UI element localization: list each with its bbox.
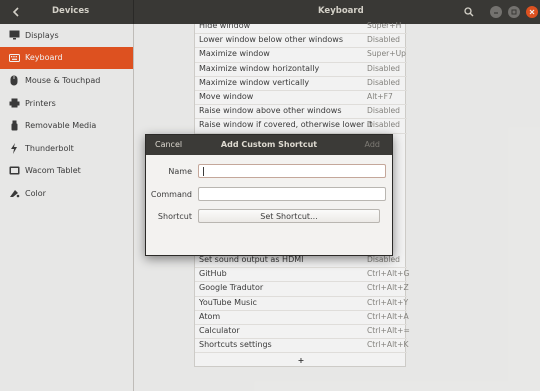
set-shortcut-button[interactable]: Set Shortcut... [198, 209, 380, 223]
name-label: Name [168, 167, 192, 176]
command-label: Command [150, 190, 192, 199]
shortcut-label: Shortcut [157, 212, 192, 221]
cancel-button[interactable]: Cancel [155, 140, 182, 149]
settings-window: Devices Keyboard Displays Keyboard Mouse… [0, 0, 540, 391]
add-custom-shortcut-dialog: Add Custom Shortcut Cancel Add Name Comm… [145, 134, 393, 256]
text-caret [203, 167, 204, 176]
dialog-title: Add Custom Shortcut [220, 140, 318, 149]
dialog-header: Add Custom Shortcut Cancel Add [146, 135, 392, 155]
command-field[interactable] [198, 187, 386, 201]
add-button[interactable]: Add [365, 140, 381, 149]
name-field[interactable] [198, 164, 386, 178]
